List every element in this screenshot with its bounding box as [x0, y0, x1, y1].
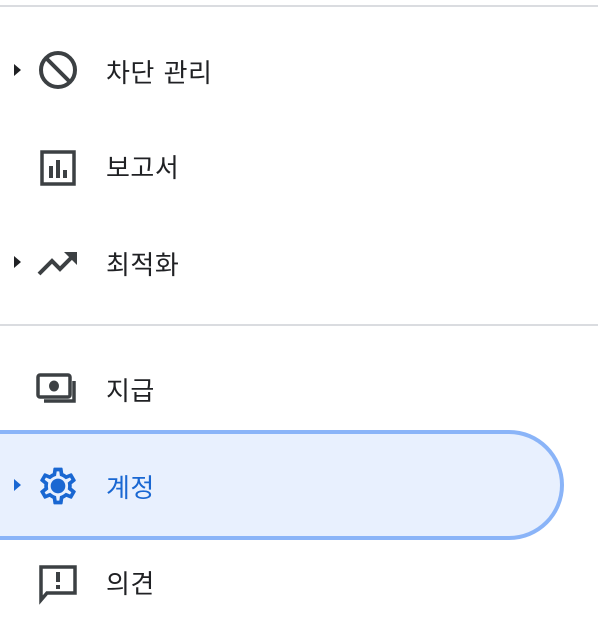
- feedback-icon: [36, 562, 80, 606]
- sidebar-nav: 차단 관리 보고서 최적화 지급 계정 의견: [0, 0, 598, 628]
- expand-arrow-icon[interactable]: [14, 64, 21, 76]
- nav-item-label: 의견: [106, 570, 155, 600]
- section-divider: [0, 324, 598, 326]
- nav-item-payments[interactable]: 지급: [0, 342, 560, 438]
- block-icon: [36, 48, 80, 92]
- gear-icon: [36, 464, 80, 508]
- nav-item-block-management[interactable]: 차단 관리: [0, 22, 560, 118]
- nav-item-reports[interactable]: 보고서: [0, 118, 560, 214]
- expand-arrow-icon[interactable]: [14, 479, 21, 491]
- trending-up-icon: [36, 240, 80, 284]
- nav-item-feedback[interactable]: 의견: [0, 534, 560, 628]
- nav-item-optimization[interactable]: 최적화: [0, 214, 560, 310]
- nav-item-label: 최적화: [106, 251, 180, 281]
- payments-icon: [36, 368, 80, 412]
- nav-item-account[interactable]: 계정: [0, 430, 564, 540]
- bar-chart-icon: [36, 146, 80, 190]
- nav-item-label: 계정: [106, 474, 155, 504]
- nav-item-label: 지급: [106, 377, 155, 407]
- expand-arrow-icon[interactable]: [14, 256, 21, 268]
- top-divider: [0, 5, 598, 7]
- nav-item-label: 차단 관리: [106, 59, 213, 89]
- nav-item-label: 보고서: [106, 154, 180, 184]
